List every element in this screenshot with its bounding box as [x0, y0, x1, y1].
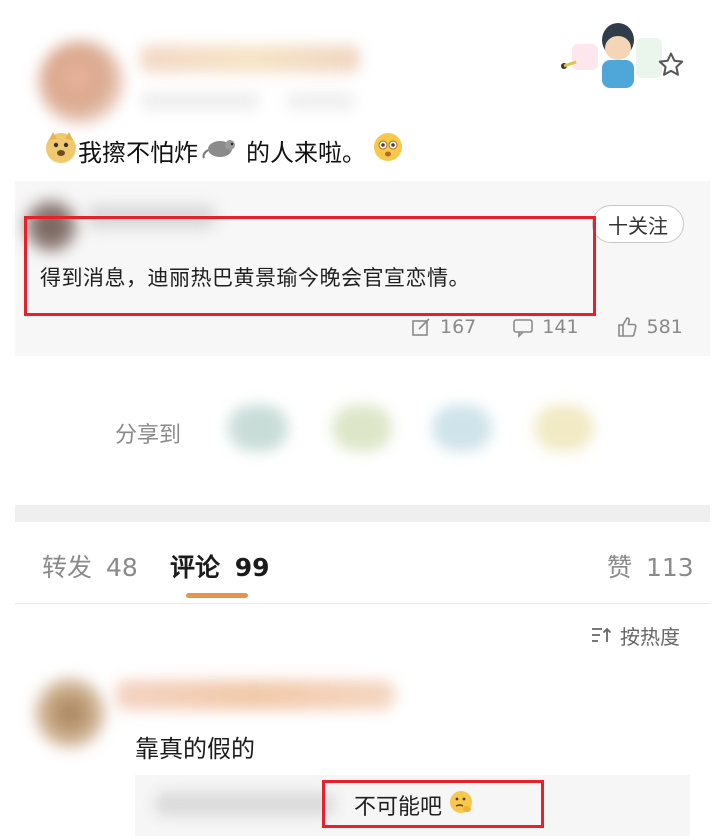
share-target-icon[interactable] [534, 405, 594, 451]
share-target-icon[interactable] [432, 405, 492, 451]
tab-comments-count: 99 [234, 553, 270, 582]
tab-reposts-label: 转发 [42, 553, 93, 582]
doge-emoji [44, 130, 78, 170]
commenter-avatar[interactable] [34, 677, 106, 749]
author-avatar[interactable] [38, 40, 124, 124]
repost-count: 167 [440, 316, 477, 338]
divider [15, 603, 710, 604]
comment-count: 141 [542, 316, 579, 338]
rat-emoji [202, 134, 238, 166]
section-divider [15, 505, 710, 522]
sort-button[interactable]: 按热度 [590, 620, 680, 650]
tab-reposts-count: 48 [105, 553, 138, 582]
follow-button[interactable]: 十关注 [592, 205, 684, 243]
comment-count-stat[interactable]: 141 [512, 316, 579, 338]
post-text-main: 我擦不怕炸 [78, 138, 198, 167]
sticker-image [556, 18, 668, 90]
tab-bar: 转发 48 评论 99 赞 113 [15, 540, 695, 600]
repost-count-stat[interactable]: 167 [410, 316, 476, 338]
share-target-icon[interactable] [228, 405, 288, 451]
star-icon[interactable] [656, 50, 686, 80]
shocked-emoji [372, 131, 404, 169]
tab-comments-label: 评论 [170, 553, 221, 582]
sort-icon [592, 627, 612, 642]
sort-label: 按热度 [620, 624, 680, 649]
tab-likes[interactable]: 赞 113 [607, 548, 694, 584]
active-tab-indicator [186, 593, 248, 598]
share-label: 分享到 [115, 423, 182, 448]
commenter-name[interactable] [115, 680, 395, 710]
comment-icon [513, 319, 534, 338]
reply-author-name[interactable] [155, 792, 335, 816]
post-text-tail: 的人来啦。 [246, 138, 366, 167]
like-count-stat[interactable]: 581 [615, 315, 683, 339]
tab-likes-count: 113 [645, 553, 694, 582]
tab-reposts[interactable]: 转发 48 [42, 548, 138, 584]
author-name[interactable] [140, 45, 360, 73]
thumbs-up-icon [617, 317, 637, 337]
share-target-icon[interactable] [332, 405, 392, 451]
tab-likes-label: 赞 [607, 553, 633, 582]
highlight-box [24, 216, 596, 316]
post-time [140, 92, 260, 110]
comment-text: 靠真的假的 [135, 735, 255, 763]
repost-stats: 167 141 581 [410, 313, 683, 341]
tab-comments[interactable]: 评论 99 [170, 548, 270, 584]
like-count: 581 [646, 316, 683, 338]
highlight-box [322, 780, 544, 828]
post-text: 我擦不怕炸 的人来啦。 [44, 130, 404, 170]
repost-icon [412, 318, 430, 336]
post-source [286, 92, 356, 110]
